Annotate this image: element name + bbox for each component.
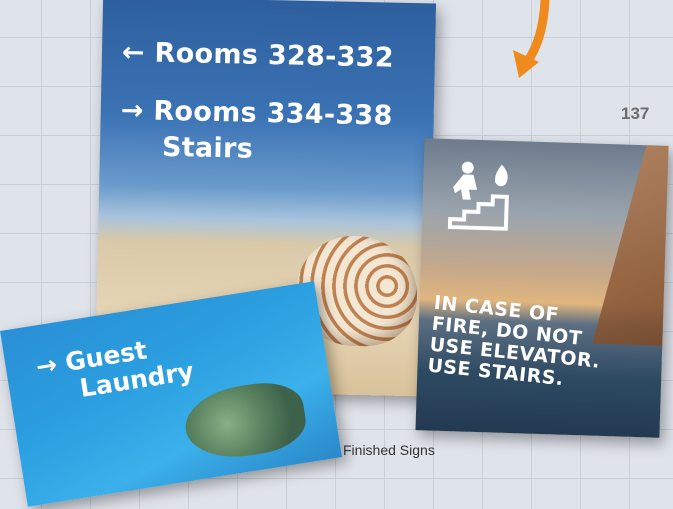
sea-turtle-image (180, 376, 310, 465)
fire-warning-text: IN CASE OF FIRE, DO NOT USE ELEVATOR. US… (426, 292, 605, 394)
page-number: 137 (621, 104, 650, 123)
fire-safety-sign: IN CASE OF FIRE, DO NOT USE ELEVATOR. US… (415, 138, 669, 438)
rooms-line-3: Stairs (161, 131, 254, 165)
rooms-line-2: → Rooms 334-338 (120, 94, 393, 132)
caption: Finished Signs (343, 442, 435, 458)
rooms-line-1: ← Rooms 328-332 (121, 36, 395, 74)
orange-arrow-icon (513, 0, 550, 78)
laundry-text: → Guest Laundry (34, 330, 196, 410)
guest-laundry-sign: → Guest Laundry (0, 281, 342, 507)
person-stairs-fire-icon (447, 161, 509, 231)
